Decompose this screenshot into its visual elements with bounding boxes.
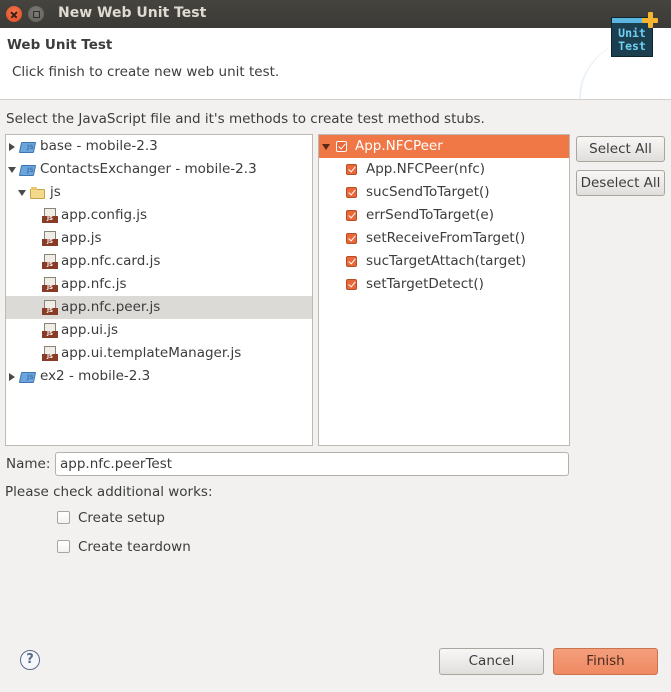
method-label: sucSendToTarget()	[366, 184, 490, 200]
method-checkbox[interactable]	[346, 187, 357, 198]
create-setup-checkbox[interactable]	[57, 511, 70, 524]
method-item[interactable]: errSendToTarget(e)	[319, 204, 569, 227]
method-checkbox[interactable]	[346, 210, 357, 221]
tree-item-label: app.js	[61, 230, 102, 246]
select-all-button[interactable]: Select All	[576, 136, 665, 162]
plus-icon	[642, 12, 658, 28]
page-description: Click finish to create new web unit test…	[12, 64, 280, 80]
tree-item-label: base - mobile-2.3	[40, 138, 158, 154]
tree-item-label: app.ui.templateManager.js	[61, 345, 242, 361]
collapse-arrow-icon[interactable]	[18, 190, 26, 196]
create-setup-label: Create setup	[78, 510, 165, 526]
js-file-icon	[42, 231, 58, 246]
tree-item-label: app.ui.js	[61, 322, 119, 338]
tree-item-js-folder[interactable]: js	[6, 181, 312, 204]
method-item[interactable]: sucSendToTarget()	[319, 181, 569, 204]
additional-works-label: Please check additional works:	[5, 484, 213, 500]
page-title: Web Unit Test	[7, 37, 113, 53]
method-item[interactable]: App.NFCPeer(nfc)	[319, 158, 569, 181]
cancel-button[interactable]: Cancel	[439, 648, 544, 675]
method-label: setTargetDetect()	[366, 276, 484, 292]
help-icon[interactable]: ?	[20, 650, 40, 670]
expand-arrow-icon[interactable]	[9, 373, 15, 381]
collapse-arrow-icon[interactable]	[322, 144, 330, 150]
file-tree[interactable]: base - mobile-2.3 ContactsExchanger - mo…	[5, 134, 313, 446]
tree-item-js-file[interactable]: app.nfc.js	[6, 273, 312, 296]
unit-test-icon-line2: Test	[618, 39, 646, 53]
tree-item-label: app.nfc.js	[61, 276, 127, 292]
tree-item-label: app.config.js	[61, 207, 148, 223]
expand-arrow-icon[interactable]	[9, 143, 15, 151]
method-class-label: App.NFCPeer	[355, 138, 443, 154]
method-checkbox[interactable]	[346, 279, 357, 290]
tree-item-js-file[interactable]: app.js	[6, 227, 312, 250]
method-item[interactable]: sucTargetAttach(target)	[319, 250, 569, 273]
class-checkbox[interactable]	[336, 141, 347, 152]
js-project-icon	[20, 366, 36, 389]
create-teardown-label: Create teardown	[78, 539, 191, 555]
tree-item-js-file[interactable]: app.config.js	[6, 204, 312, 227]
js-file-icon	[42, 277, 58, 292]
name-input[interactable]	[55, 452, 569, 476]
tree-item-label: js	[50, 184, 61, 200]
tree-item-js-file[interactable]: app.ui.js	[6, 319, 312, 342]
method-class-row[interactable]: App.NFCPeer	[319, 135, 569, 158]
method-label: errSendToTarget(e)	[366, 207, 494, 223]
name-label: Name:	[6, 456, 51, 472]
instruction-text: Select the JavaScript file and it's meth…	[6, 111, 485, 127]
js-file-icon	[42, 346, 58, 361]
js-file-icon	[42, 254, 58, 269]
window-close-button[interactable]	[6, 6, 22, 22]
js-project-icon	[20, 159, 36, 182]
tree-item-label: ContactsExchanger - mobile-2.3	[40, 161, 257, 177]
js-file-icon	[42, 208, 58, 223]
methods-tree[interactable]: App.NFCPeer App.NFCPeer(nfc) sucSendToTa…	[318, 134, 570, 446]
tree-item-js-file[interactable]: app.ui.templateManager.js	[6, 342, 312, 365]
method-label: sucTargetAttach(target)	[366, 253, 527, 269]
finish-button[interactable]: Finish	[553, 648, 658, 675]
tree-item-contactsexchanger-project[interactable]: ContactsExchanger - mobile-2.3	[6, 158, 312, 182]
tree-item-ex2-project[interactable]: ex2 - mobile-2.3	[6, 365, 312, 389]
folder-open-icon	[30, 185, 46, 200]
js-project-icon	[20, 136, 36, 159]
method-label: setReceiveFromTarget()	[366, 230, 526, 246]
tree-item-js-file[interactable]: app.nfc.card.js	[6, 250, 312, 273]
js-file-icon	[42, 323, 58, 338]
wizard-header: Web Unit Test Click finish to create new…	[0, 28, 671, 100]
method-checkbox[interactable]	[346, 233, 357, 244]
window-maximize-button[interactable]	[28, 6, 44, 22]
tree-item-js-file-selected[interactable]: app.nfc.peer.js	[6, 296, 312, 319]
tree-item-base-project[interactable]: base - mobile-2.3	[6, 135, 312, 159]
create-teardown-checkbox[interactable]	[57, 540, 70, 553]
method-item[interactable]: setReceiveFromTarget()	[319, 227, 569, 250]
tree-item-label: ex2 - mobile-2.3	[40, 368, 151, 384]
deselect-all-button[interactable]: Deselect All	[576, 170, 665, 196]
method-item[interactable]: setTargetDetect()	[319, 273, 569, 296]
tree-item-label: app.nfc.peer.js	[61, 299, 161, 315]
method-checkbox[interactable]	[346, 164, 357, 175]
tree-item-label: app.nfc.card.js	[61, 253, 161, 269]
window-titlebar: New Web Unit Test	[0, 0, 671, 28]
method-label: App.NFCPeer(nfc)	[366, 161, 486, 177]
collapse-arrow-icon[interactable]	[8, 167, 16, 173]
js-file-icon	[42, 300, 58, 315]
window-title: New Web Unit Test	[58, 5, 207, 21]
method-checkbox[interactable]	[346, 256, 357, 267]
